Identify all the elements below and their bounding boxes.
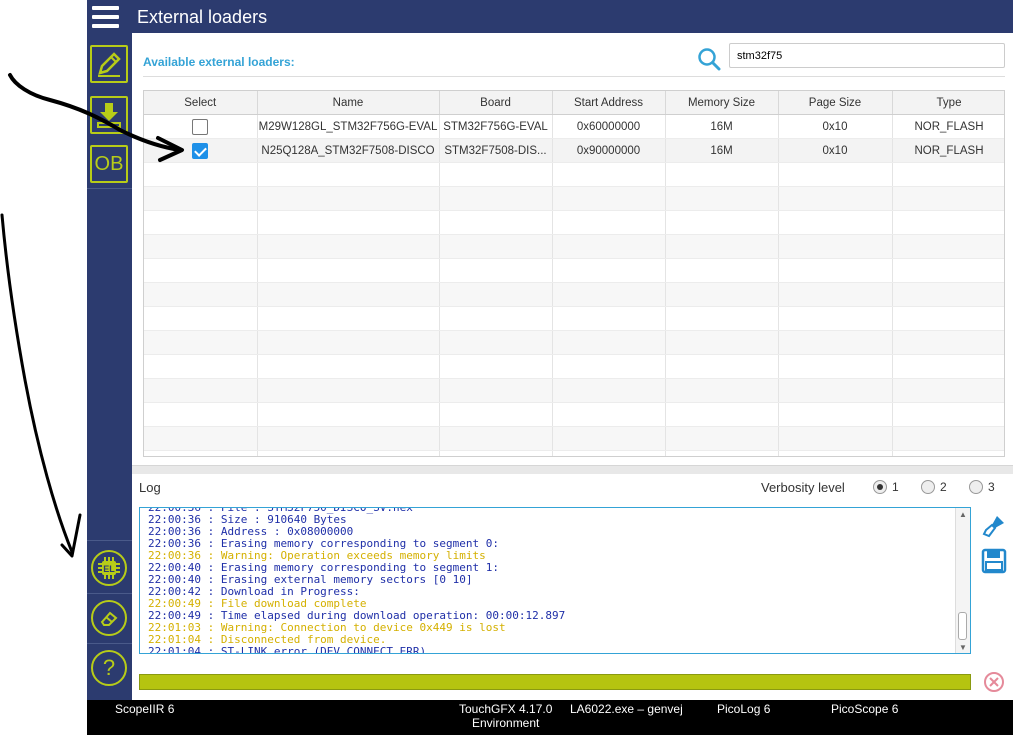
- taskbar-item-label: TouchGFX 4.17.0: [459, 702, 553, 716]
- sidebar-divider: [87, 643, 132, 644]
- loader-name: M29W128GL_STM32F756G-EVAL: [257, 114, 440, 139]
- desktop-background: [0, 0, 87, 735]
- progress-bar: [139, 674, 971, 690]
- clear-log-icon[interactable]: [981, 513, 1007, 539]
- taskbar-item-la6022[interactable]: LA6022.exe – genvej: [570, 702, 683, 716]
- verbosity-radio-2[interactable]: [921, 480, 935, 494]
- scroll-up-icon[interactable]: ▲: [959, 510, 967, 519]
- loader-start-address: 0x90000000: [552, 138, 666, 163]
- select-cell: [144, 138, 258, 163]
- sidebar-item-option-bytes[interactable]: OB: [90, 145, 128, 183]
- svg-text:EL: EL: [103, 564, 115, 574]
- empty-row: [144, 426, 1004, 451]
- loader-memory-size: 16M: [665, 114, 779, 139]
- search-icon[interactable]: [697, 47, 721, 71]
- empty-row: [144, 402, 1004, 427]
- sidebar-item-download[interactable]: [90, 96, 128, 134]
- empty-row: [144, 306, 1004, 331]
- loader-board: STM32F7508-DIS...: [439, 138, 553, 163]
- scroll-down-icon[interactable]: ▼: [959, 643, 967, 652]
- column-header-select[interactable]: Select: [144, 91, 258, 115]
- empty-row: [144, 378, 1004, 403]
- loader-memory-size: 16M: [665, 138, 779, 163]
- taskbar-item-scopeiir[interactable]: ScopeIIR 6: [115, 702, 174, 716]
- loader-type: NOR_FLASH: [892, 138, 1004, 163]
- column-header-page-size[interactable]: Page Size: [778, 91, 893, 115]
- sidebar-divider: [87, 593, 132, 594]
- select-checkbox[interactable]: [192, 142, 209, 159]
- empty-row: [144, 330, 1004, 355]
- verbosity-option-label: 1: [892, 480, 899, 494]
- verbosity-option-label: 2: [940, 480, 947, 494]
- pencil-icon: [98, 52, 121, 77]
- taskbar-item-picoscope[interactable]: PicoScope 6: [831, 702, 898, 716]
- table-header-row: Select Name Board Start Address Memory S…: [144, 91, 1004, 115]
- loader-page-size: 0x10: [778, 138, 893, 163]
- empty-row: [144, 450, 1004, 456]
- cancel-icon[interactable]: [983, 671, 1005, 693]
- loaders-table: Select Name Board Start Address Memory S…: [143, 90, 1005, 457]
- help-icon: ?: [102, 655, 116, 680]
- taskbar-item-touchgfx[interactable]: TouchGFX 4.17.0 Environment: [459, 702, 552, 730]
- column-header-start-address[interactable]: Start Address: [552, 91, 666, 115]
- log-title: Log: [139, 480, 161, 495]
- loader-start-address: 0x60000000: [552, 114, 666, 139]
- panel-splitter[interactable]: [132, 465, 1013, 474]
- verbosity-radio-1[interactable]: [873, 480, 887, 494]
- available-loaders-label: Available external loaders:: [143, 55, 295, 69]
- table-row[interactable]: M29W128GL_STM32F756G-EVAL STM32F756G-EVA…: [144, 114, 1004, 139]
- loader-name: N25Q128A_STM32F7508-DISCO: [257, 138, 440, 163]
- loader-type: NOR_FLASH: [892, 114, 1004, 139]
- select-checkbox[interactable]: [192, 118, 209, 135]
- search-input[interactable]: [729, 43, 1005, 68]
- save-log-icon[interactable]: [981, 548, 1007, 574]
- column-header-memory-size[interactable]: Memory Size: [665, 91, 779, 115]
- divider: [143, 76, 1005, 77]
- loader-page-size: 0x10: [778, 114, 893, 139]
- sidebar-item-edit[interactable]: [90, 45, 128, 83]
- header: External loaders: [132, 0, 1013, 33]
- sidebar-item-help[interactable]: ?: [91, 650, 127, 686]
- verbosity-radio-3[interactable]: [969, 480, 983, 494]
- sidebar-item-erase[interactable]: [91, 600, 127, 636]
- table-row[interactable]: N25Q128A_STM32F7508-DISCO STM32F7508-DIS…: [144, 138, 1004, 163]
- empty-row: [144, 282, 1004, 307]
- verbosity-option-label: 3: [988, 480, 995, 494]
- log-output[interactable]: 22:00:36 : File : STM32F750_DISCO_SV.hex…: [139, 507, 971, 654]
- sidebar-divider: [87, 540, 132, 541]
- column-header-name[interactable]: Name: [257, 91, 440, 115]
- column-header-type[interactable]: Type: [892, 91, 1004, 115]
- empty-row: [144, 354, 1004, 379]
- menu-icon[interactable]: [92, 6, 119, 28]
- sidebar-divider: [87, 188, 132, 189]
- empty-row: [144, 210, 1004, 235]
- verbosity-label: Verbosity level: [761, 480, 845, 495]
- taskbar-item-label: Environment: [472, 716, 540, 730]
- empty-row: [144, 258, 1004, 283]
- log-scrollbar[interactable]: ▲ ▼: [955, 508, 970, 653]
- empty-row: [144, 234, 1004, 259]
- empty-row: [144, 186, 1004, 211]
- empty-row: [144, 162, 1004, 187]
- progress-fill: [140, 675, 970, 689]
- ob-label: OB: [94, 152, 124, 175]
- loader-board: STM32F756G-EVAL: [439, 114, 553, 139]
- log-lines: 22:00:36 : File : STM32F750_DISCO_SV.hex…: [148, 508, 565, 654]
- scroll-thumb[interactable]: [958, 612, 967, 640]
- taskbar: ScopeIIR 6 TouchGFX 4.17.0 Environment L…: [87, 700, 1013, 735]
- chip-icon: EL: [98, 557, 120, 579]
- log-line: 22:01:04 : ST-LINK error (DEV_CONNECT_ER…: [148, 645, 427, 654]
- sidebar-item-external-loader[interactable]: EL: [91, 550, 127, 586]
- download-icon: [97, 103, 121, 128]
- eraser-icon: [100, 611, 118, 626]
- select-cell: [144, 114, 258, 139]
- sidebar: OB EL ?: [87, 0, 132, 700]
- column-header-board[interactable]: Board: [439, 91, 553, 115]
- taskbar-item-picolog[interactable]: PicoLog 6: [717, 702, 770, 716]
- page-title: External loaders: [137, 7, 268, 27]
